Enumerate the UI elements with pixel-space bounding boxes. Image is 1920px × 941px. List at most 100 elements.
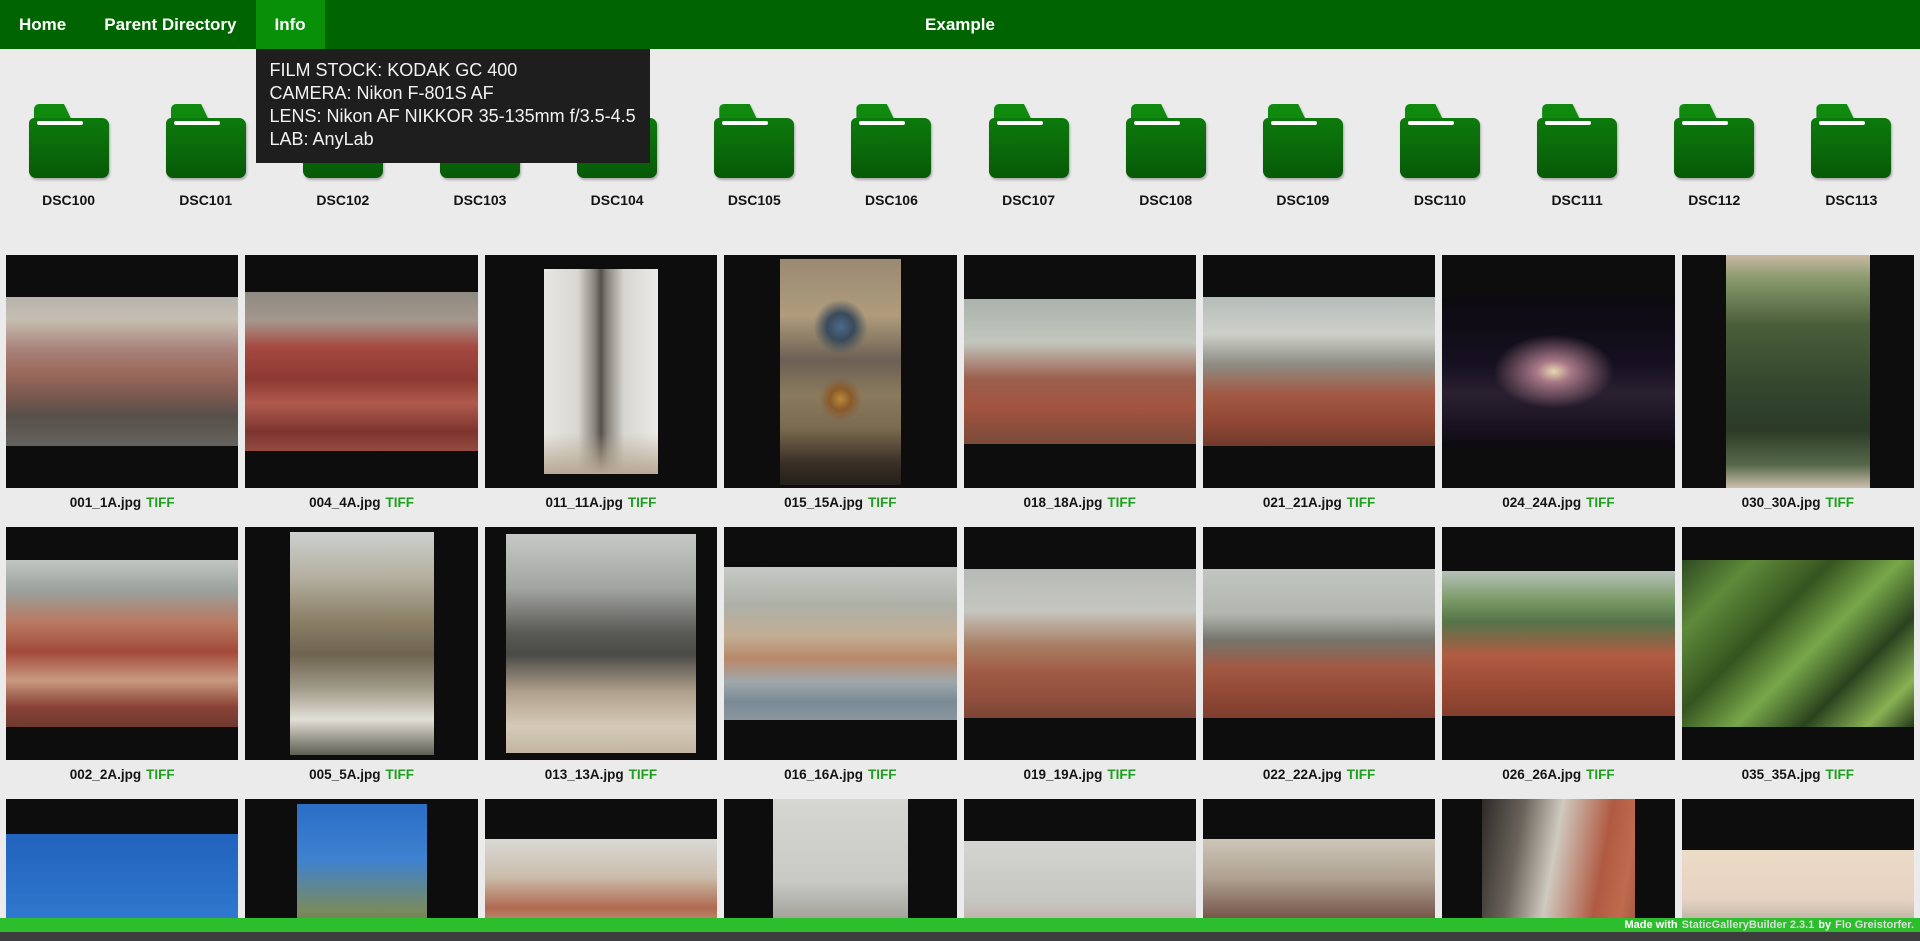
folder-label[interactable]: DSC112 bbox=[1646, 192, 1783, 208]
folder-item[interactable]: DSC101 bbox=[137, 104, 274, 208]
photo-filename[interactable]: 005_5A.jpg bbox=[309, 767, 380, 782]
folder-item[interactable]: DSC112 bbox=[1646, 104, 1783, 208]
folder-icon[interactable] bbox=[1672, 104, 1756, 178]
photo-thumbnail[interactable] bbox=[6, 560, 238, 728]
photo-filename[interactable]: 022_22A.jpg bbox=[1263, 767, 1342, 782]
photo-filename[interactable]: 002_2A.jpg bbox=[70, 767, 141, 782]
folder-icon[interactable] bbox=[1809, 104, 1893, 178]
tiff-link[interactable]: TIFF bbox=[1586, 495, 1615, 510]
photo-filename[interactable]: 024_24A.jpg bbox=[1502, 495, 1581, 510]
tiff-link[interactable]: TIFF bbox=[868, 495, 897, 510]
folder-label[interactable]: DSC102 bbox=[274, 192, 411, 208]
folder-icon-body bbox=[851, 118, 931, 178]
photo-thumbnail[interactable] bbox=[780, 259, 901, 485]
photo-thumbnail[interactable] bbox=[1203, 297, 1435, 446]
photo-filename[interactable]: 015_15A.jpg bbox=[784, 495, 863, 510]
folder-icon[interactable] bbox=[849, 104, 933, 178]
photo-filename[interactable]: 004_4A.jpg bbox=[309, 495, 380, 510]
photo-label: 016_16A.jpg TIFF bbox=[724, 760, 956, 788]
folder-item[interactable]: DSC113 bbox=[1783, 104, 1920, 208]
folder-item[interactable]: DSC106 bbox=[823, 104, 960, 208]
footer-author-link[interactable]: Flo Greistorfer. bbox=[1835, 918, 1914, 932]
photo-thumbnail[interactable] bbox=[1203, 569, 1435, 718]
gallery-item: 019_19A.jpg TIFF bbox=[964, 527, 1196, 788]
folder-icon[interactable] bbox=[1398, 104, 1482, 178]
folder-label[interactable]: DSC113 bbox=[1783, 192, 1920, 208]
folder-label[interactable]: DSC103 bbox=[411, 192, 548, 208]
folder-icon[interactable] bbox=[1124, 104, 1208, 178]
tiff-link[interactable]: TIFF bbox=[146, 495, 175, 510]
folder-icon[interactable] bbox=[164, 104, 248, 178]
photo-thumbnail[interactable] bbox=[1682, 560, 1914, 728]
footer-builder-link[interactable]: StaticGalleryBuilder 2.3.1 bbox=[1682, 918, 1815, 932]
tiff-link[interactable]: TIFF bbox=[868, 767, 897, 782]
photo-thumbnail[interactable] bbox=[1726, 255, 1870, 488]
folder-item[interactable]: DSC108 bbox=[1097, 104, 1234, 208]
tiff-link[interactable]: TIFF bbox=[1347, 495, 1376, 510]
tiff-link[interactable]: TIFF bbox=[629, 767, 658, 782]
photo-filename[interactable]: 011_11A.jpg bbox=[546, 495, 623, 510]
folder-item[interactable]: DSC105 bbox=[686, 104, 823, 208]
tiff-link[interactable]: TIFF bbox=[1107, 495, 1136, 510]
folder-label[interactable]: DSC105 bbox=[686, 192, 823, 208]
folder-item[interactable]: DSC110 bbox=[1371, 104, 1508, 208]
folder-item[interactable]: DSC107 bbox=[960, 104, 1097, 208]
folder-icon[interactable] bbox=[27, 104, 111, 178]
photo-thumbnail[interactable] bbox=[6, 297, 238, 446]
photo-thumbnail[interactable] bbox=[544, 269, 658, 474]
folder-label[interactable]: DSC111 bbox=[1509, 192, 1646, 208]
photo-frame bbox=[1203, 255, 1435, 488]
photo-thumbnail[interactable] bbox=[964, 299, 1196, 443]
photo-filename[interactable]: 019_19A.jpg bbox=[1024, 767, 1103, 782]
photo-thumbnail[interactable] bbox=[1442, 571, 1674, 715]
nav-item-parent-directory[interactable]: Parent Directory bbox=[85, 0, 255, 49]
photo-thumbnail[interactable] bbox=[245, 292, 477, 450]
folder-icon-body bbox=[1126, 118, 1206, 178]
folder-label[interactable]: DSC106 bbox=[823, 192, 960, 208]
photo-filename[interactable]: 018_18A.jpg bbox=[1024, 495, 1103, 510]
tiff-link[interactable]: TIFF bbox=[385, 767, 414, 782]
folder-icon[interactable] bbox=[1535, 104, 1619, 178]
tiff-link[interactable]: TIFF bbox=[628, 495, 657, 510]
photo-thumbnail[interactable] bbox=[506, 534, 697, 753]
nav-item-info[interactable]: Info FILM STOCK: KODAK GC 400 CAMERA: Ni… bbox=[256, 0, 325, 49]
photo-thumbnail[interactable] bbox=[290, 532, 434, 756]
folder-icon[interactable] bbox=[987, 104, 1071, 178]
photo-thumbnail[interactable] bbox=[964, 569, 1196, 718]
tiff-link[interactable]: TIFF bbox=[385, 495, 414, 510]
folder-label[interactable]: DSC107 bbox=[960, 192, 1097, 208]
photo-filename[interactable]: 016_16A.jpg bbox=[784, 767, 863, 782]
gallery-item: 004_4A.jpg TIFF bbox=[245, 255, 477, 516]
folder-label[interactable]: DSC109 bbox=[1234, 192, 1371, 208]
folder-item[interactable]: DSC111 bbox=[1509, 104, 1646, 208]
photo-thumbnail[interactable] bbox=[1442, 297, 1674, 446]
tiff-link[interactable]: TIFF bbox=[146, 767, 175, 782]
photo-label: 004_4A.jpg TIFF bbox=[245, 488, 477, 516]
folder-label[interactable]: DSC110 bbox=[1371, 192, 1508, 208]
photo-filename[interactable]: 021_21A.jpg bbox=[1263, 495, 1342, 510]
folder-item[interactable]: DSC100 bbox=[0, 104, 137, 208]
tiff-link[interactable]: TIFF bbox=[1347, 767, 1376, 782]
folder-item[interactable]: DSC109 bbox=[1234, 104, 1371, 208]
photo-thumbnail[interactable] bbox=[724, 567, 956, 721]
tiff-link[interactable]: TIFF bbox=[1825, 767, 1854, 782]
folder-icon-body bbox=[1537, 118, 1617, 178]
photo-filename[interactable]: 026_26A.jpg bbox=[1502, 767, 1581, 782]
folder-label[interactable]: DSC100 bbox=[0, 192, 137, 208]
photo-filename[interactable]: 030_30A.jpg bbox=[1742, 495, 1821, 510]
folder-icon-body bbox=[29, 118, 109, 178]
photo-label: 030_30A.jpg TIFF bbox=[1682, 488, 1914, 516]
tiff-link[interactable]: TIFF bbox=[1107, 767, 1136, 782]
folder-label[interactable]: DSC101 bbox=[137, 192, 274, 208]
photo-filename[interactable]: 013_13A.jpg bbox=[545, 767, 624, 782]
folder-icon[interactable] bbox=[1261, 104, 1345, 178]
folder-icon[interactable] bbox=[712, 104, 796, 178]
tiff-link[interactable]: TIFF bbox=[1586, 767, 1615, 782]
tiff-link[interactable]: TIFF bbox=[1825, 495, 1854, 510]
folder-label[interactable]: DSC104 bbox=[549, 192, 686, 208]
photo-filename[interactable]: 001_1A.jpg bbox=[70, 495, 141, 510]
folder-label[interactable]: DSC108 bbox=[1097, 192, 1234, 208]
nav-item-home[interactable]: Home bbox=[0, 0, 85, 49]
photo-filename[interactable]: 035_35A.jpg bbox=[1742, 767, 1821, 782]
gallery-grid: 001_1A.jpg TIFF 004_4A.jpg TIFF 011_11A.jpg T… bbox=[0, 255, 1920, 941]
